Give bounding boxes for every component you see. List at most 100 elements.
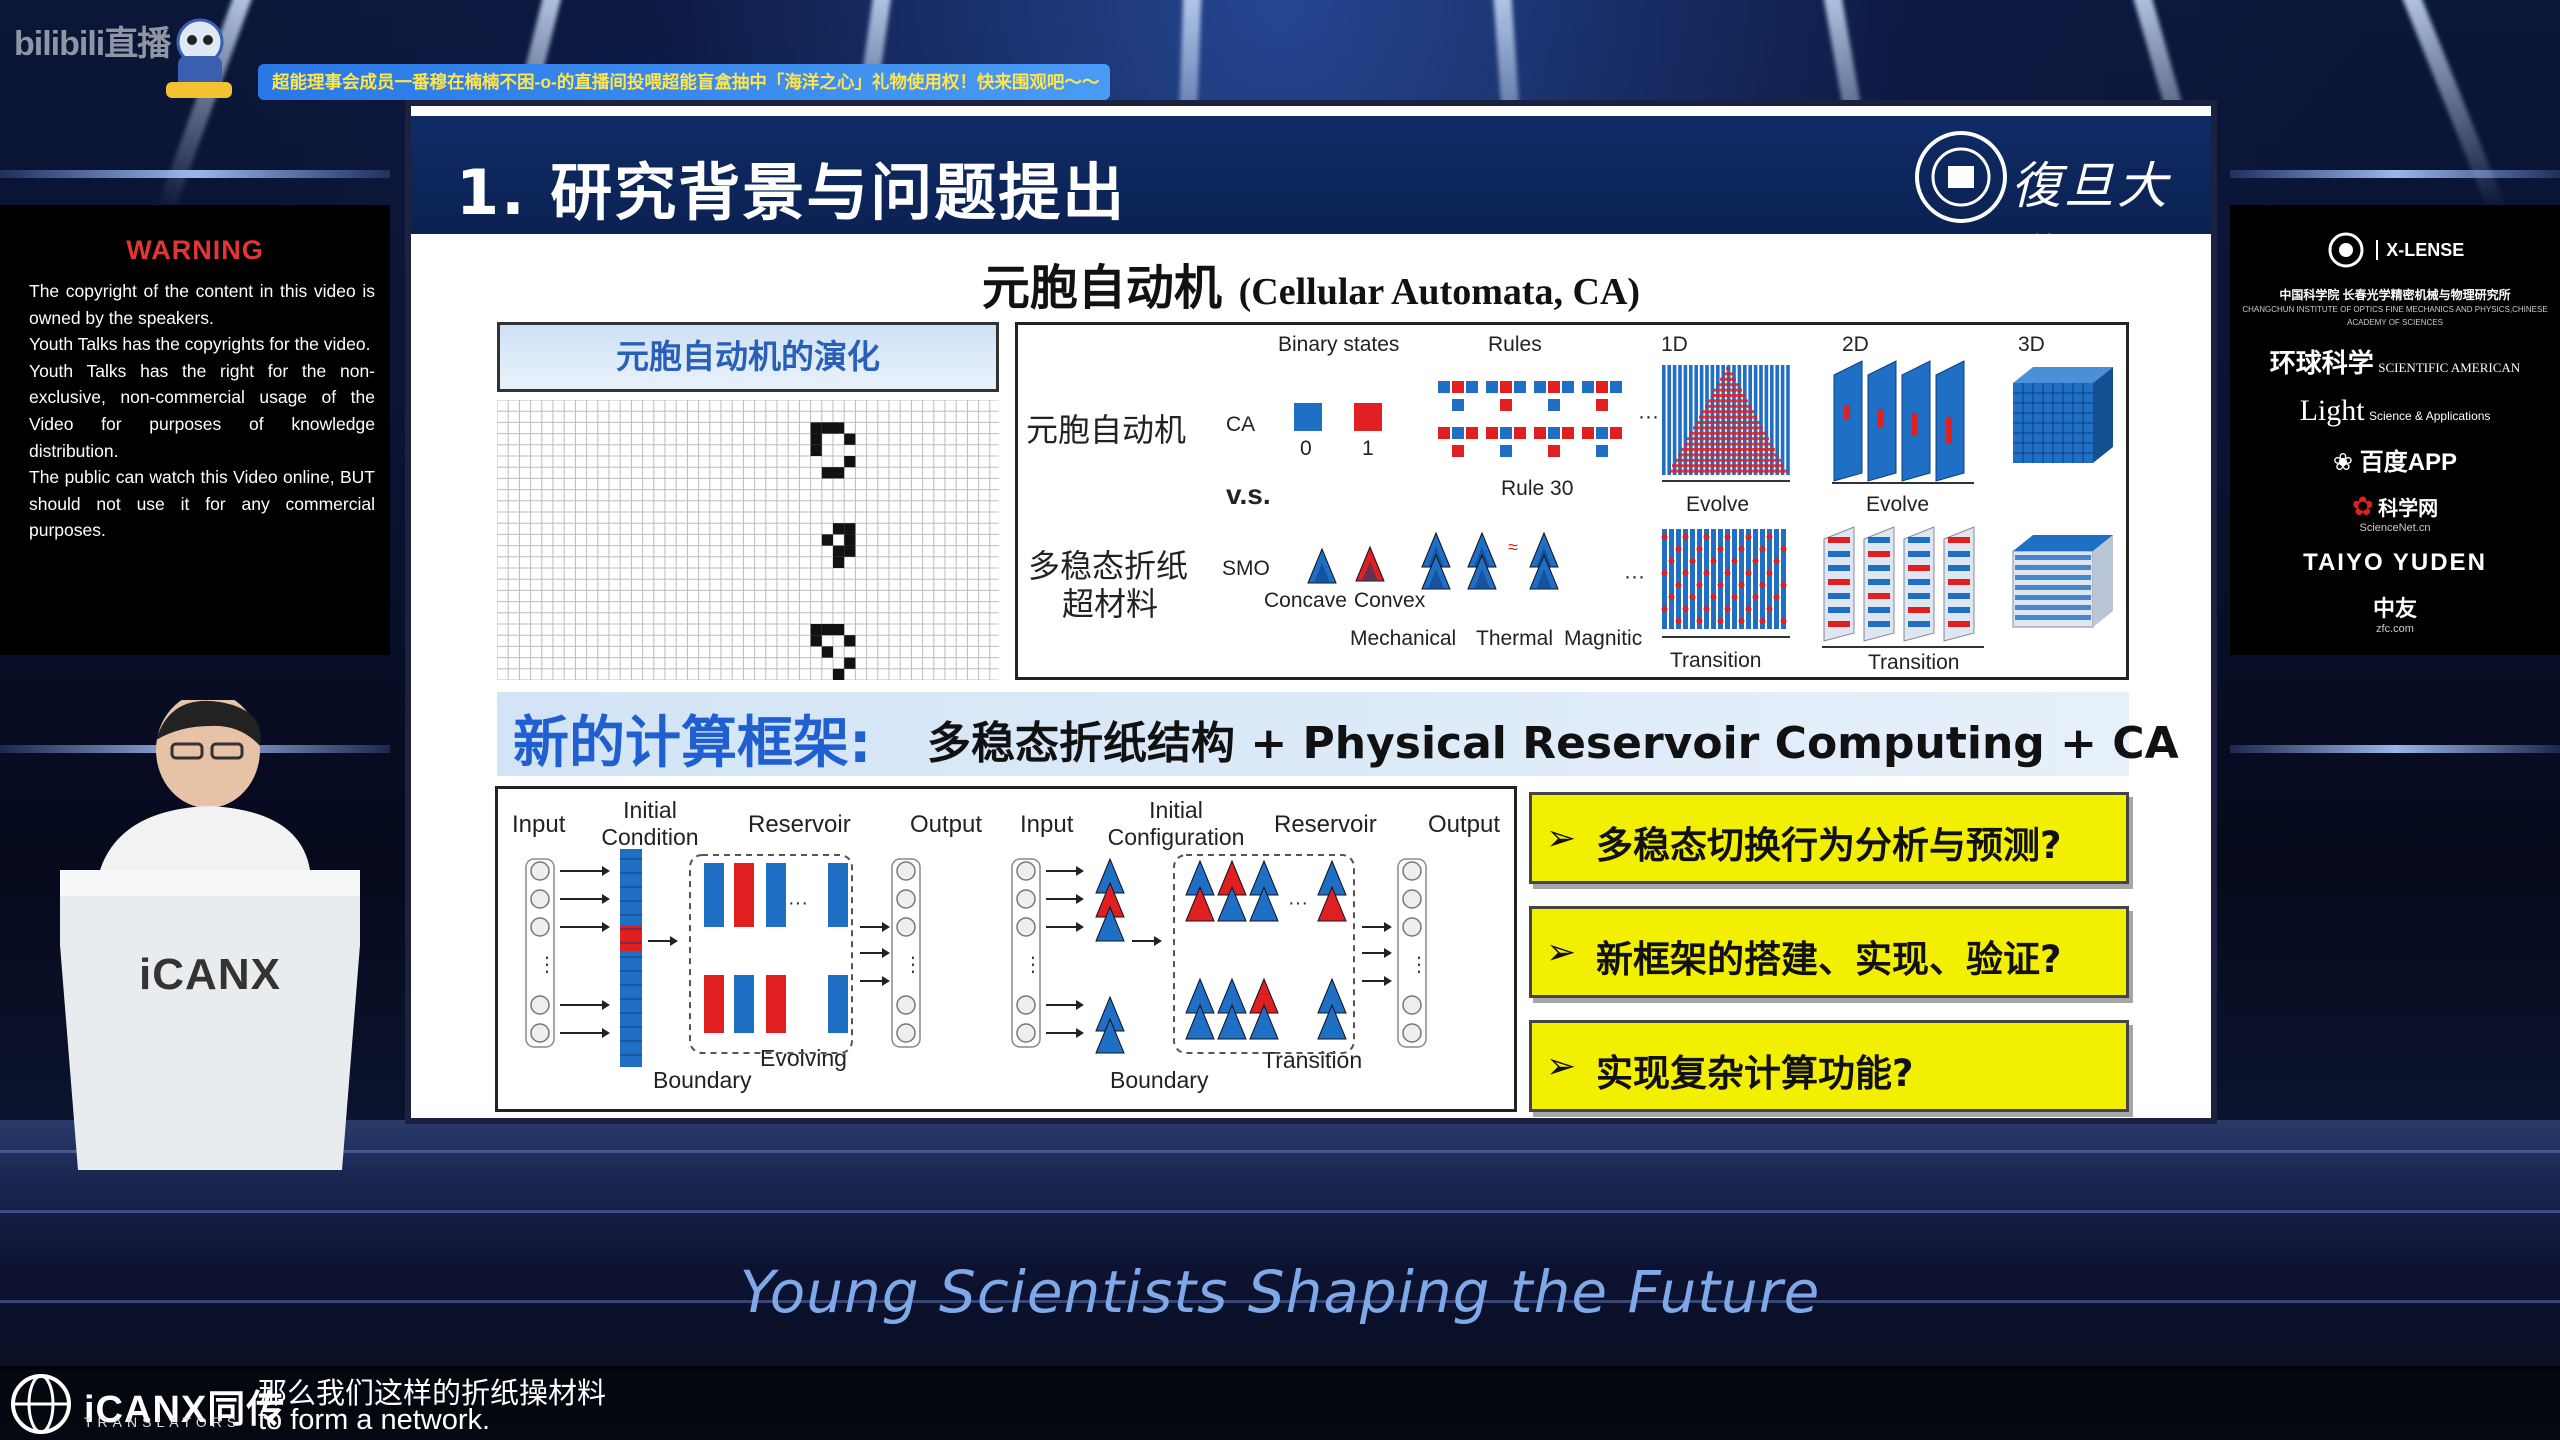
block-row <box>2015 585 2091 590</box>
smo-dot <box>1661 570 1668 576</box>
ca-row <box>1705 404 1751 408</box>
slide-header: 1. 研究背景与问题提出 復旦大學 <box>411 116 2211 287</box>
question-text: 多稳态切换行为分析与预测? <box>1596 824 2062 867</box>
warning-line: Youth Talks has the right for the non-ex… <box>29 360 375 461</box>
node <box>896 995 916 1015</box>
smo-bar <box>1774 529 1779 629</box>
ca-evolution-label: 元胞自动机的演化 <box>497 322 999 392</box>
question-box-3: ➢ 实现复杂计算功能? <box>1529 1020 2129 1112</box>
mechanical-label: Mechanical <box>1350 627 1457 650</box>
smo-cn-label-2: 超材料 <box>1062 586 1159 622</box>
smo-2d-row <box>1828 607 1850 613</box>
initial-configuration-label: Initial Configuration <box>1107 797 1245 850</box>
thermal-wave: ≈ <box>1508 537 1518 557</box>
rule-cell <box>1514 427 1526 439</box>
smo-dot <box>1738 618 1745 624</box>
smo-dot <box>1696 546 1703 552</box>
block-row <box>2015 615 2091 620</box>
ca-bar <box>1694 365 1698 475</box>
smo-bar <box>1718 529 1723 629</box>
smo-2d-row <box>1908 565 1930 571</box>
banner-rest: 多稳态折纸结构 + Physical Reservoir Computing +… <box>927 718 2179 769</box>
ca-row <box>1723 372 1733 376</box>
smo-dot <box>1703 570 1710 576</box>
rules-ellipsis: ··· <box>1638 405 1659 428</box>
state-0-label: 0 <box>1300 437 1312 460</box>
ca-1d-evolution <box>1662 365 1790 482</box>
smo-2d-row <box>1948 621 1970 627</box>
boundary-label-1: Boundary <box>653 1067 752 1093</box>
smo-dot <box>1682 534 1689 540</box>
smo-dot <box>1668 594 1675 600</box>
rule30-label: Rule 30 <box>1501 477 1574 500</box>
input-label-2: Input <box>1020 811 1074 838</box>
flow-arrow-head <box>602 1028 610 1038</box>
smo-dot <box>1724 534 1731 540</box>
ca-row <box>1717 383 1739 387</box>
smo-dot <box>1738 546 1745 552</box>
mascot-icon <box>166 18 232 98</box>
smo-dot <box>1766 534 1773 540</box>
rule-cell <box>1534 427 1546 439</box>
smo-2d-row <box>1828 551 1850 557</box>
smo-dot <box>1780 618 1787 624</box>
reservoir-cell <box>766 863 786 927</box>
node-column <box>525 858 555 1048</box>
smo-2d-row <box>1868 551 1890 557</box>
smo-2d-row <box>1948 551 1970 557</box>
warning-line: Youth Talks has the copyrights for the v… <box>29 334 371 355</box>
binary-states-label: Binary states <box>1278 333 1400 356</box>
node <box>530 889 550 909</box>
smo-2d-row <box>1908 607 1930 613</box>
smo-2d-row <box>1828 565 1850 571</box>
reservoir-cell <box>734 863 754 927</box>
translators-sub: TRANSLATORS <box>84 1414 242 1430</box>
flow-arrow-head <box>602 1000 610 1010</box>
ca-bar <box>1662 365 1666 475</box>
ca-3d-cube <box>2013 367 2113 463</box>
magnetic-label: Magnitic <box>1564 627 1643 650</box>
smo-dot <box>1675 618 1682 624</box>
ca-bar <box>1683 365 1688 475</box>
ca-bar <box>1716 365 1720 475</box>
smo-2d-row <box>1908 551 1930 557</box>
ca-bar <box>1786 365 1790 475</box>
ca-row <box>1726 367 1730 370</box>
smo-dot <box>1731 594 1738 600</box>
node <box>1402 995 1422 1015</box>
rule-cell <box>1562 381 1574 393</box>
block-row <box>2015 555 2091 560</box>
node-column <box>891 858 921 1048</box>
smo-dot <box>1745 534 1752 540</box>
smo-abbr-label: SMO <box>1222 557 1270 580</box>
smo-dot <box>1724 606 1731 612</box>
smo-dot <box>1766 570 1773 576</box>
glider-cell <box>833 523 845 535</box>
sciencenet-icon: ✿ <box>2351 491 2374 521</box>
node <box>1402 889 1422 909</box>
smo-2d-row <box>1908 593 1930 599</box>
rule-cell <box>1500 381 1512 393</box>
node <box>1402 1023 1422 1043</box>
ca-cn-label: 元胞自动机 <box>1026 412 1187 448</box>
reservoir-cell <box>828 863 848 927</box>
glider-cell <box>844 433 856 445</box>
rule-cell <box>1452 427 1464 439</box>
ca-bar <box>1764 365 1769 475</box>
smo-2d-row <box>1868 537 1890 543</box>
glider-cell <box>833 556 845 568</box>
glider-cell <box>821 646 833 658</box>
smo-dot <box>1703 534 1710 540</box>
warning-title: WARNING <box>126 235 264 265</box>
glider-cell <box>844 523 856 535</box>
live-announcement-ticker[interactable]: 超能理事会成员一番穆在楠楠不困-o-的直播间投喂超能盲盒抽中「海洋之心」礼物使用… <box>258 64 1110 100</box>
rule-cell <box>1534 381 1546 393</box>
smo-dot <box>1717 546 1724 552</box>
smo-2d-row <box>1948 579 1970 585</box>
glider-cell <box>844 657 856 669</box>
smo-2d-row <box>1868 579 1890 585</box>
smo-dot <box>1745 606 1752 612</box>
ca-row <box>1702 410 1754 414</box>
rule-cell <box>1438 381 1450 393</box>
ca-row <box>1714 388 1742 392</box>
